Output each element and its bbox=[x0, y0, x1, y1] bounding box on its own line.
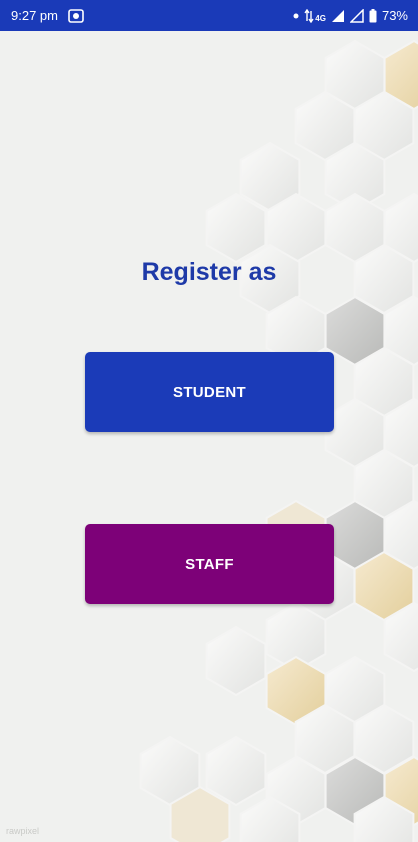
student-button[interactable]: STUDENT bbox=[85, 352, 334, 432]
page-title: Register as bbox=[141, 258, 277, 286]
staff-button[interactable]: STAFF bbox=[85, 524, 334, 604]
register-screen: Register as STUDENT STAFF rawpixel bbox=[0, 0, 418, 842]
watermark: rawpixel bbox=[6, 826, 40, 836]
